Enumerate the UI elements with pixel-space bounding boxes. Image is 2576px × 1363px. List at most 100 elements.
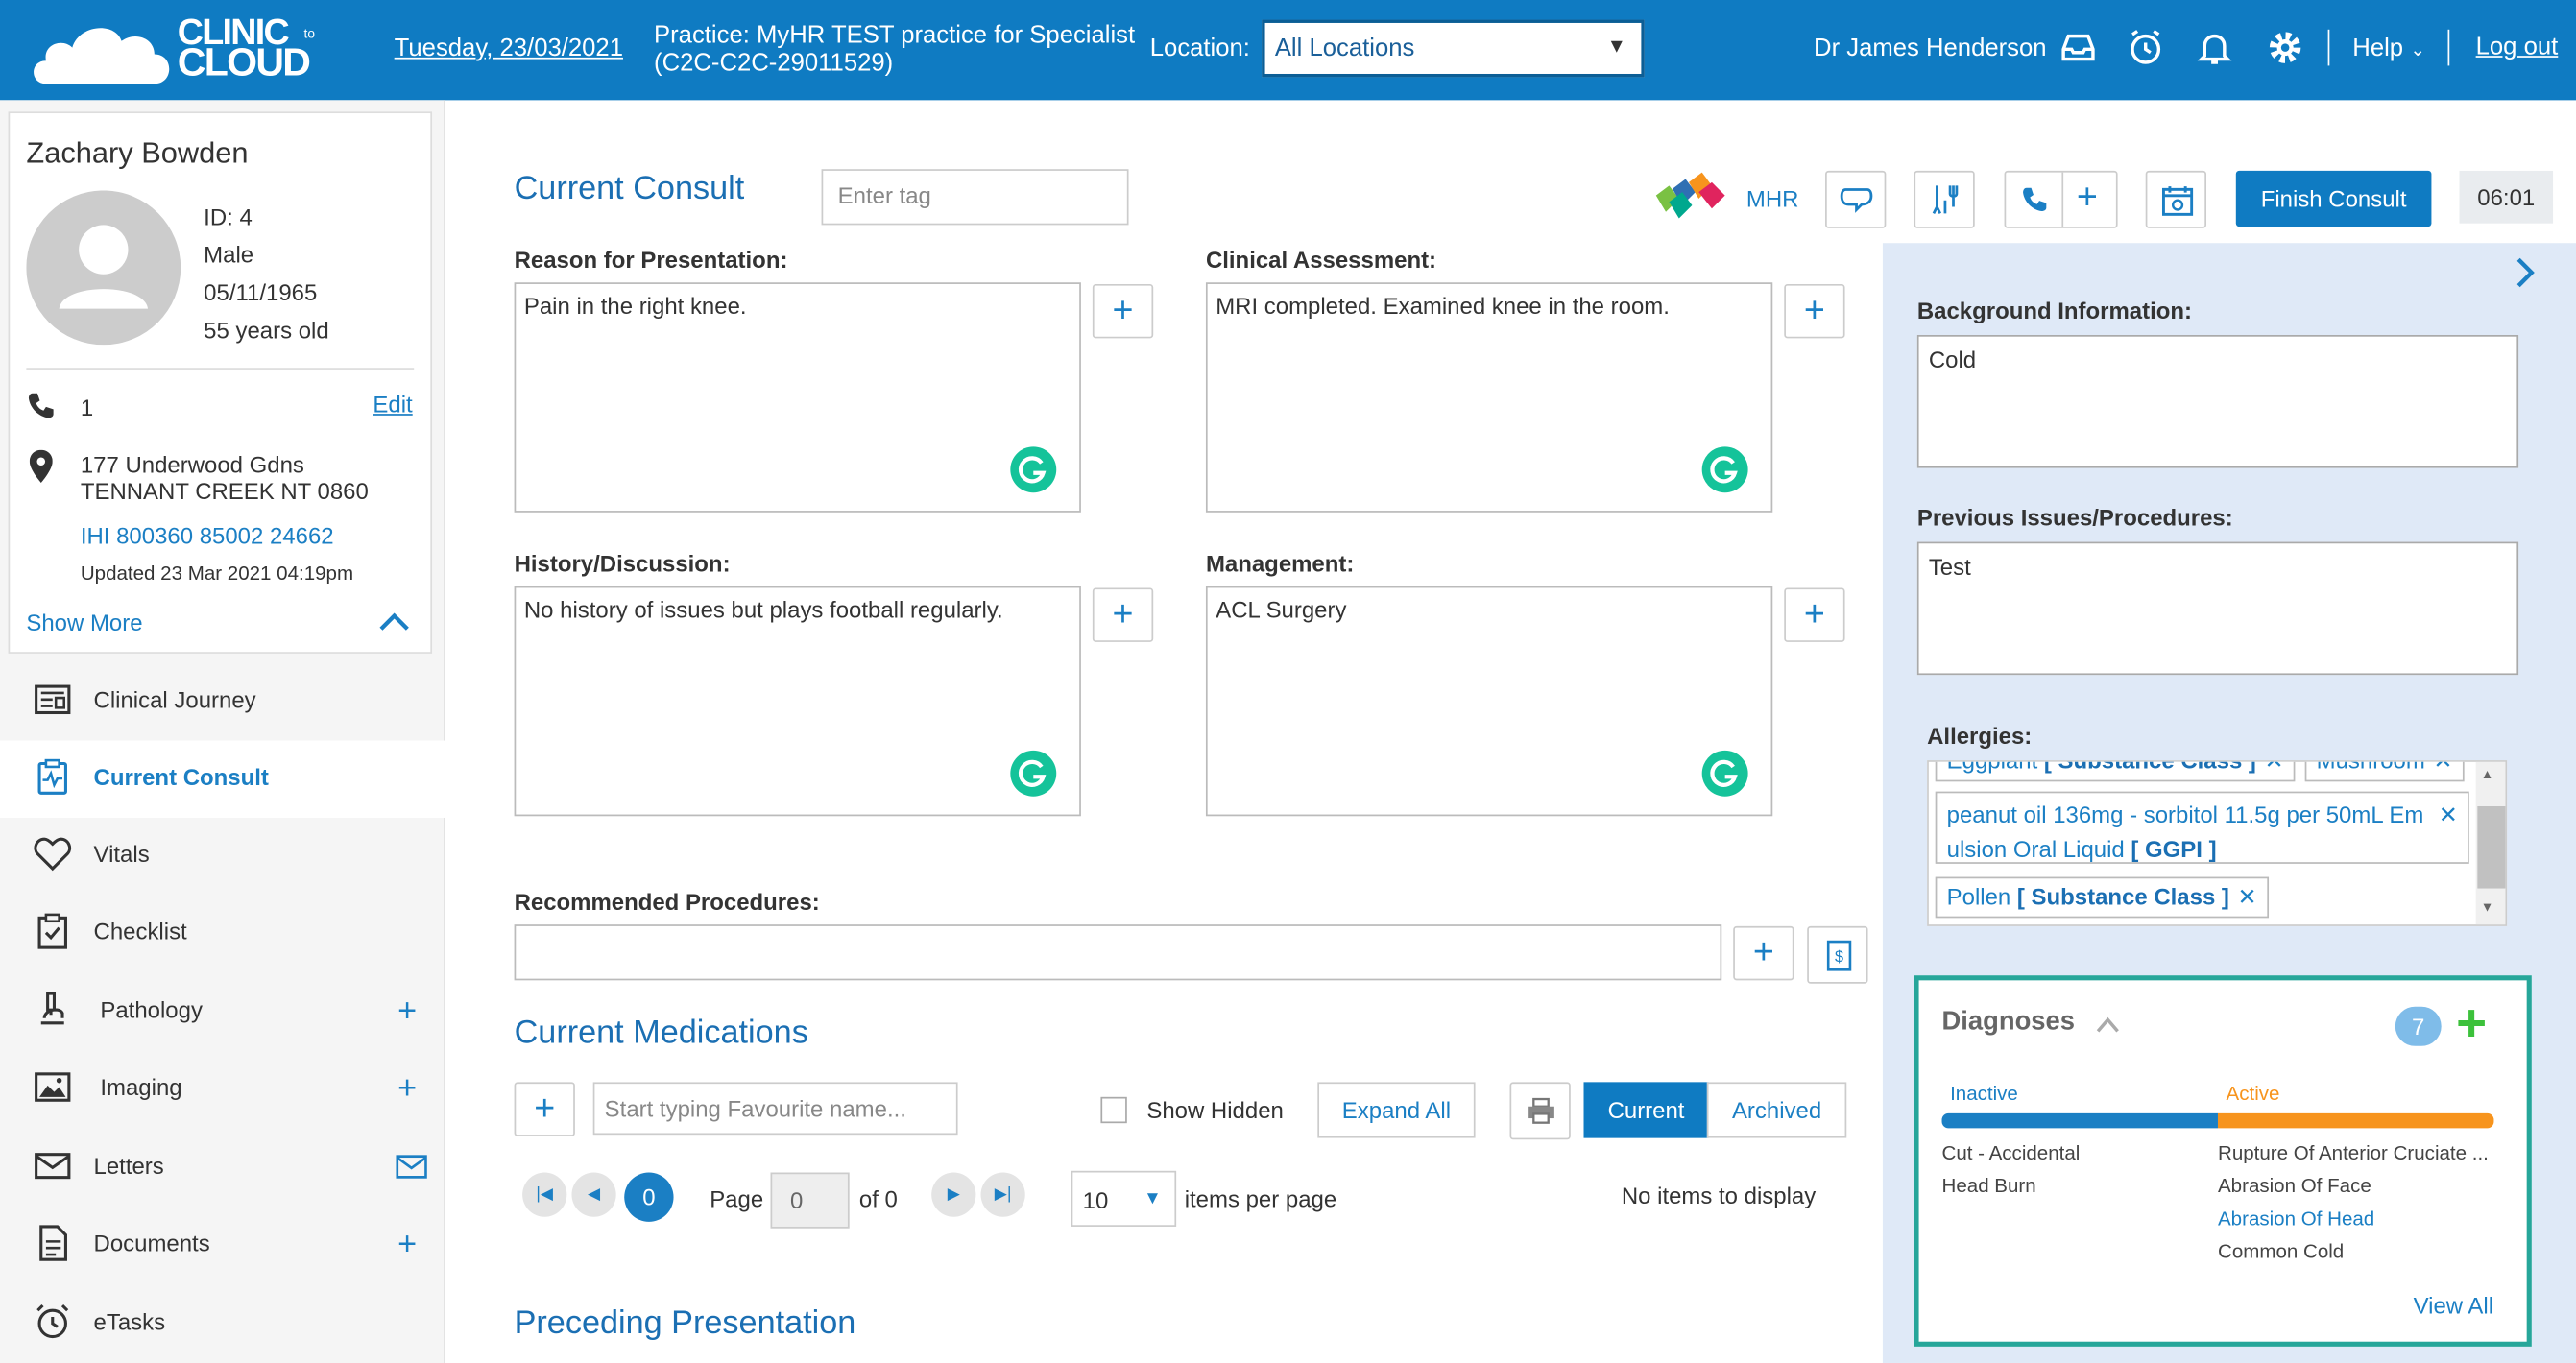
allergy-chip[interactable]: peanut oil 136mg - sorbitol 11.5g per 50…	[1935, 791, 2469, 864]
chevron-up-icon[interactable]	[2095, 1016, 2121, 1033]
patient-sex: Male	[204, 241, 254, 268]
medication-search-input[interactable]: Start typing Favourite name...	[592, 1082, 958, 1136]
edit-link[interactable]: Edit	[373, 391, 412, 417]
remove-icon[interactable]: ✕	[2237, 883, 2256, 909]
logout-link[interactable]: Log out	[2476, 33, 2559, 60]
phone-icon[interactable]	[2021, 185, 2049, 213]
last-page-button[interactable]: ▶|	[980, 1172, 1025, 1217]
allergy-chip[interactable]: Pollen [ Substance Class ] ✕	[1935, 876, 2269, 919]
calendar-button[interactable]	[2145, 170, 2207, 228]
allergies-scrollbar[interactable]: ▲ ▼	[2475, 761, 2506, 925]
scroll-down-icon[interactable]: ▼	[2481, 900, 2494, 915]
assessment-textarea[interactable]: MRI completed. Examined knee in the room…	[1205, 282, 1773, 513]
page-number-input[interactable]: 0	[770, 1172, 850, 1229]
previous-issues-textarea[interactable]: Test	[1916, 541, 2519, 676]
grammarly-icon[interactable]	[1010, 446, 1057, 493]
mhr-link[interactable]: MHR	[1746, 185, 1799, 211]
inbox-icon[interactable]	[2058, 28, 2098, 67]
location-select[interactable]: All Locations ▼	[1262, 19, 1645, 78]
mhr-logo-icon[interactable]	[1652, 169, 1728, 222]
print-button[interactable]	[1509, 1082, 1571, 1140]
add-procedure-button[interactable]: +	[1733, 925, 1794, 981]
sidebar-item-etasks[interactable]: eTasks	[0, 1286, 445, 1363]
add-document-icon[interactable]: +	[397, 1229, 417, 1261]
expand-all-button[interactable]: Expand All	[1317, 1082, 1476, 1138]
alarm-clock-icon[interactable]	[2126, 28, 2165, 67]
active-diagnosis[interactable]: Common Cold	[2218, 1240, 2344, 1263]
allergy-chip[interactable]: Mushroom ✕	[2304, 761, 2465, 782]
allergy-name: ulsion Oral Liquid	[1946, 835, 2125, 863]
header-divider	[2447, 29, 2450, 66]
practice-name: Practice: MyHR TEST practice for Special…	[654, 21, 1136, 50]
help-menu[interactable]: Help ⌄	[2352, 35, 2425, 62]
sidebar-item-clinical-journey[interactable]: Clinical Journey	[0, 663, 445, 740]
active-diagnosis[interactable]: Abrasion Of Face	[2218, 1174, 2371, 1197]
inactive-diagnosis[interactable]: Cut - Accidental	[1942, 1141, 2081, 1164]
chevron-right-icon[interactable]	[2514, 256, 2537, 289]
doctor-name[interactable]: Dr James Henderson	[1814, 35, 2047, 62]
add-diagnosis-icon[interactable]: +	[2456, 996, 2487, 1049]
grammarly-icon[interactable]	[1701, 446, 1748, 493]
management-textarea[interactable]: ACL Surgery	[1205, 586, 1773, 817]
allergy-chip[interactable]: Eggplant [ Substance Class ] ✕	[1935, 761, 2296, 782]
sidebar-item-imaging[interactable]: Imaging +	[0, 1051, 445, 1128]
show-hidden-checkbox[interactable]	[1100, 1096, 1127, 1124]
bell-icon[interactable]	[2195, 28, 2234, 67]
allergy-class: [ Substance Class ]	[2016, 883, 2229, 910]
background-textarea[interactable]: Cold	[1916, 335, 2519, 468]
grammarly-icon[interactable]	[1010, 750, 1057, 797]
active-label[interactable]: Active	[2227, 1082, 2280, 1105]
active-diagnosis[interactable]: Rupture Of Anterior Cruciate ...	[2218, 1141, 2489, 1164]
chevron-up-icon[interactable]	[378, 612, 411, 633]
compose-letter-icon[interactable]	[396, 1155, 427, 1180]
first-page-button[interactable]: |◀	[522, 1172, 567, 1217]
gear-icon[interactable]	[2266, 28, 2305, 67]
grammarly-icon[interactable]	[1701, 750, 1748, 797]
billing-button[interactable]: $	[1807, 925, 1868, 984]
add-pathology-icon[interactable]: +	[397, 995, 417, 1028]
location-label: Location:	[1149, 34, 1250, 63]
add-imaging-icon[interactable]: +	[397, 1072, 417, 1105]
next-page-button[interactable]: ▶	[931, 1172, 976, 1217]
archived-toggle[interactable]: Archived	[1706, 1082, 1847, 1138]
prev-page-button[interactable]: ◀	[571, 1172, 616, 1217]
sidebar-item-checklist[interactable]: Checklist	[0, 895, 445, 971]
assessment-label: Clinical Assessment:	[1205, 246, 1437, 273]
sidebar-item-vitals[interactable]: Vitals	[0, 818, 445, 895]
view-all-link[interactable]: View All	[2414, 1292, 2493, 1318]
sidebar-item-documents[interactable]: Documents +	[0, 1207, 445, 1283]
allergies-list: Eggplant [ Substance Class ] ✕ Mushroom ✕ …	[1927, 760, 2508, 926]
history-textarea[interactable]: No history of issues but plays football …	[514, 586, 1081, 817]
date-link[interactable]: Tuesday, 23/03/2021	[395, 35, 623, 62]
scrollbar-thumb[interactable]	[2477, 806, 2506, 889]
message-button[interactable]	[1825, 170, 1887, 228]
grammarly-g-glyph	[1710, 456, 1738, 484]
sidebar-item-letters[interactable]: Letters	[0, 1130, 445, 1207]
sidebar-item-pathology[interactable]: Pathology +	[0, 974, 445, 1051]
sidebar-item-current-consult[interactable]: Current Consult	[0, 740, 445, 818]
scroll-up-icon[interactable]: ▲	[2481, 767, 2494, 781]
finish-consult-button[interactable]: Finish Consult	[2235, 170, 2432, 227]
inactive-diagnosis[interactable]: Head Burn	[1942, 1174, 2036, 1197]
recommended-input[interactable]	[514, 924, 1722, 981]
add-medication-button[interactable]: +	[514, 1082, 575, 1136]
add-management-button[interactable]: +	[1784, 587, 1845, 642]
instruments-button[interactable]	[1914, 170, 1975, 228]
tag-input[interactable]: Enter tag	[821, 169, 1129, 226]
remove-icon[interactable]: ✕	[2439, 798, 2458, 832]
inactive-label[interactable]: Inactive	[1950, 1082, 2018, 1105]
card-divider	[26, 368, 415, 370]
remove-icon[interactable]: ✕	[2264, 762, 2283, 774]
checklist-icon	[37, 913, 67, 949]
add-history-button[interactable]: +	[1092, 587, 1154, 642]
ihi-number[interactable]: IHI 800360 85002 24662	[81, 522, 334, 548]
remove-icon[interactable]: ✕	[2433, 762, 2452, 774]
add-reason-button[interactable]: +	[1092, 283, 1154, 339]
add-icon[interactable]: +	[2077, 176, 2098, 218]
current-toggle[interactable]: Current	[1583, 1082, 1709, 1138]
show-more-link[interactable]: Show More	[26, 610, 142, 635]
add-assessment-button[interactable]: +	[1784, 283, 1845, 339]
active-diagnosis[interactable]: Abrasion Of Head	[2218, 1207, 2374, 1230]
reason-textarea[interactable]: Pain in the right knee.	[514, 282, 1081, 513]
items-per-page-select[interactable]: 10 ▼	[1071, 1170, 1177, 1227]
